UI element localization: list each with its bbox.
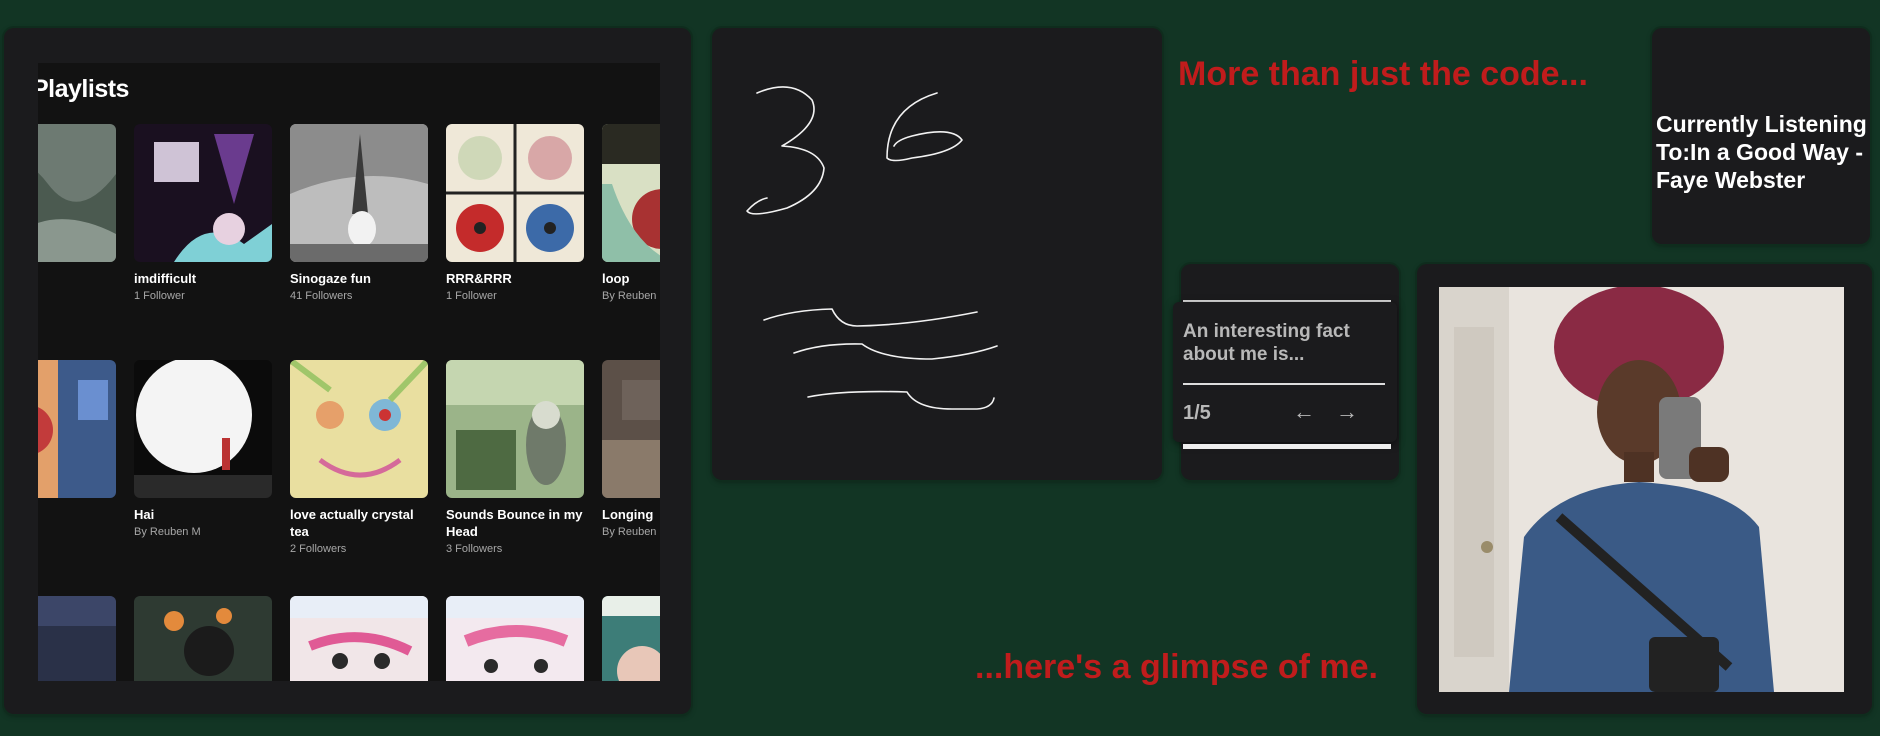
playlist-tile[interactable]: [290, 596, 428, 681]
prev-arrow-icon[interactable]: ←: [1293, 399, 1315, 425]
playlist-cover: [134, 360, 272, 498]
playlist-tile[interactable]: ing: [38, 360, 116, 526]
playlist-cover: [38, 596, 116, 681]
playlist-name: Sinogaze fun: [290, 271, 371, 286]
playlists-card: Playlists underst imdifficult 1 Follower…: [4, 28, 691, 714]
playlist-cover: [602, 124, 660, 262]
playlist-sub: 1 Follower: [446, 290, 497, 302]
headline-top: More than just the code...: [1178, 55, 1588, 93]
playlist-tile[interactable]: Sinogaze fun 41 Followers: [290, 124, 428, 302]
fact-counter: 1/5: [1183, 402, 1211, 424]
playlist-tile[interactable]: RRR&RRR 1 Follower: [446, 124, 584, 302]
playlist-tile[interactable]: [446, 596, 584, 681]
playlist-tile[interactable]: loop By Reuben M: [602, 124, 660, 302]
playlist-name: Sounds Bounce in my Head: [446, 507, 583, 539]
next-arrow-icon[interactable]: →: [1336, 399, 1358, 425]
playlist-sub: 3 Followers: [446, 543, 503, 555]
playlist-tile[interactable]: [602, 596, 660, 681]
portrait-photo: [1439, 287, 1844, 692]
playlist-cover: [602, 360, 660, 498]
playlist-cover: [38, 360, 116, 498]
playlist-sub: 1 Follower: [134, 290, 185, 302]
fact-card: An interesting fact about me is... 1/5 ←…: [1173, 264, 1399, 480]
playlist-cover: [290, 596, 428, 681]
playlist-name: loop: [602, 271, 630, 286]
playlist-tile[interactable]: Longing By Reuben M: [602, 360, 660, 538]
now-playing-card: Currently Listening To:In a Good Way - F…: [1652, 28, 1870, 244]
playlist-cover: [290, 360, 428, 498]
playlist-tile[interactable]: Sounds Bounce in my Head 3 Followers: [446, 360, 584, 555]
playlist-cover: [134, 596, 272, 681]
divider: [1183, 383, 1385, 385]
playlist-cover: [446, 596, 584, 681]
playlist-cover: [446, 124, 584, 262]
playlist-cover: [290, 124, 428, 262]
playlist-sub: 2 Followers: [290, 543, 347, 555]
playlist-name: RRR&RRR: [446, 271, 512, 286]
playlist-tile[interactable]: love actually crystal tea 2 Followers: [290, 360, 428, 555]
playlist-sub: By Reuben M: [602, 526, 660, 538]
playlist-sub: By Reuben M: [602, 290, 660, 302]
playlist-tile[interactable]: imdifficult 1 Follower: [134, 124, 272, 302]
fact-panel: An interesting fact about me is... 1/5 ←…: [1173, 302, 1397, 442]
playlist-tile[interactable]: [38, 596, 116, 681]
playlist-name: Longing: [602, 507, 654, 522]
playlist-name: love actually crystal tea: [290, 507, 414, 539]
playlist-tile[interactable]: underst: [38, 124, 116, 290]
playlist-name: imdifficult: [134, 271, 197, 286]
fact-text: An interesting fact about me is...: [1183, 321, 1350, 365]
playlist-name: underst: [38, 270, 116, 287]
playlist-name: ing: [38, 506, 116, 523]
playlist-cover: [38, 124, 116, 262]
drawing-canvas[interactable]: [712, 28, 1162, 480]
headline-bottom: ...here's a glimpse of me.: [975, 648, 1379, 686]
playlist-sub: By Reuben M: [134, 526, 201, 538]
playlists-screenshot: Playlists underst imdifficult 1 Follower…: [38, 63, 660, 681]
playlist-tile[interactable]: [134, 596, 272, 681]
fact-progress-bar: [1183, 444, 1391, 449]
playlist-name: Hai: [134, 507, 155, 522]
playlist-cover: [602, 596, 660, 681]
playlists-title: Playlists: [38, 75, 129, 103]
photo-card: [1417, 264, 1872, 714]
playlist-cover: [134, 124, 272, 262]
handwriting-sketch: [746, 86, 998, 410]
playlist-cover: [446, 360, 584, 498]
playlist-sub: 41 Followers: [290, 290, 353, 302]
playlist-tile[interactable]: Hai By Reuben M: [134, 360, 272, 538]
now-playing-text: Currently Listening To:In a Good Way - F…: [1656, 111, 1867, 193]
